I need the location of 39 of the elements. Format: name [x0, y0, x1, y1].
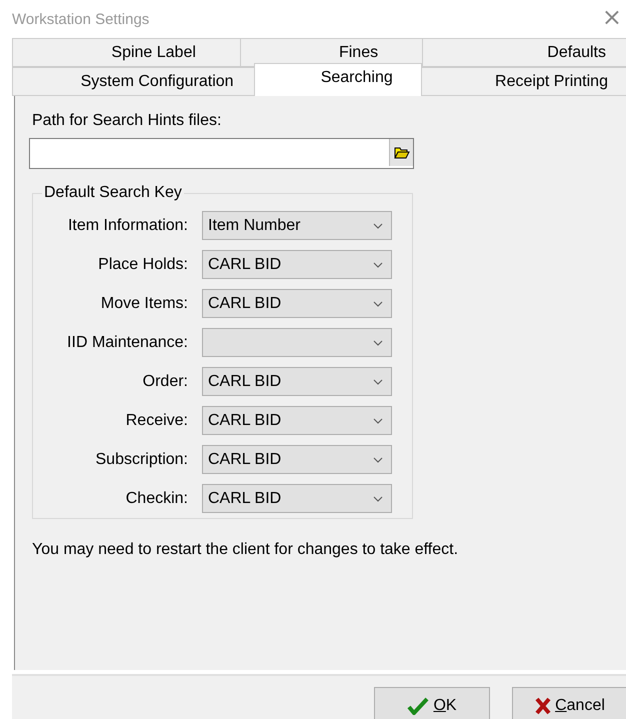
cancel-button[interactable]: Cancel: [512, 687, 626, 719]
note-text: You may need to restart the client for changes to take effect.: [32, 541, 460, 559]
dropdown[interactable]: CARL BID: [202, 289, 392, 318]
folder-icon: [394, 146, 410, 160]
dropdown[interactable]: CARL BID: [202, 445, 392, 474]
field-label: Checkin:: [124, 490, 189, 508]
path-field[interactable]: [29, 138, 414, 169]
cross-icon: [535, 696, 552, 714]
dropdown[interactable]: Item Number: [202, 211, 392, 240]
group-title: Default Search Key: [42, 184, 184, 202]
chevron-down-icon: [373, 262, 383, 268]
field-label: Subscription:: [94, 450, 189, 468]
chevron-down-icon: [373, 340, 383, 346]
tab[interactable]: Spine Label: [12, 38, 241, 67]
tab[interactable]: Defaults: [422, 38, 626, 67]
chevron-down-icon: [373, 222, 383, 228]
ok-button[interactable]: OK: [374, 687, 490, 719]
browse-button[interactable]: [389, 139, 413, 166]
field-label: Receive:: [124, 412, 189, 430]
field-label: Item Information:: [66, 216, 189, 234]
chevron-down-icon: [373, 378, 383, 384]
tab[interactable]: Receipt Printing: [420, 67, 626, 96]
field-label: Move Items:: [100, 294, 189, 312]
chevron-down-icon: [373, 496, 383, 502]
tab[interactable]: System Configuration: [12, 67, 255, 96]
window-title: Workstation Settings: [12, 10, 150, 28]
dropdown[interactable]: CARL BID: [202, 367, 392, 396]
dropdown[interactable]: CARL BID: [202, 484, 392, 513]
field-label: Path for Search Hints files:: [32, 111, 222, 131]
field-label: Order:: [142, 372, 189, 390]
chevron-down-icon: [373, 418, 383, 424]
chevron-down-icon: [373, 456, 383, 462]
field-label: IID Maintenance:: [66, 334, 189, 352]
field-label: Place Holds:: [97, 256, 189, 274]
dropdown[interactable]: CARL BID: [202, 406, 392, 435]
checkmark-icon: [407, 696, 430, 714]
dropdown[interactable]: CARL BID: [202, 250, 392, 279]
chevron-down-icon: [373, 300, 383, 306]
close-button[interactable]: ×: [598, 3, 626, 31]
